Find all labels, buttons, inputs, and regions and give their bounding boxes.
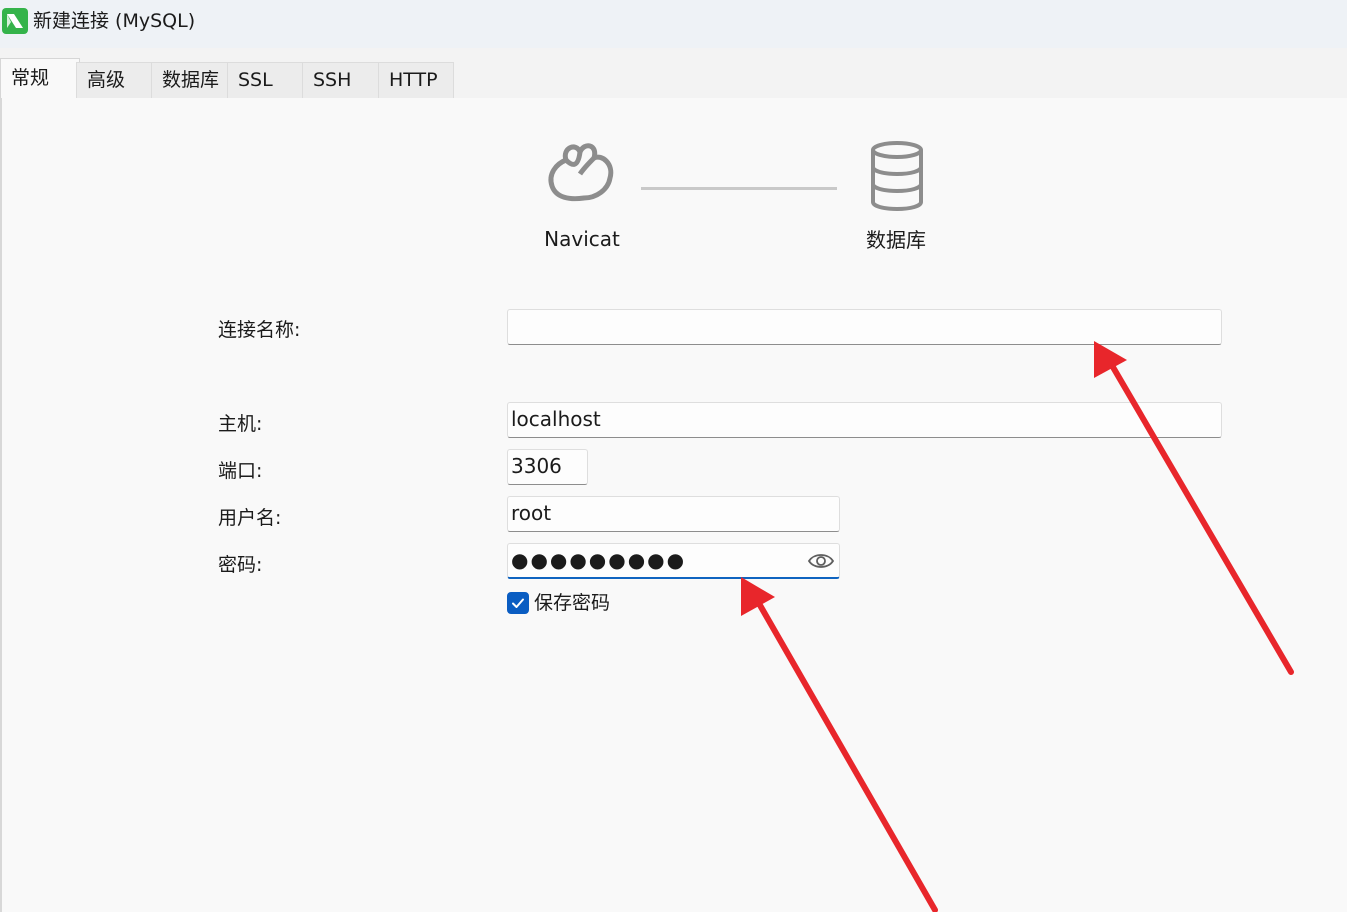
checkmark-icon [512, 598, 524, 608]
connection-name-label: 连接名称: [218, 319, 301, 341]
password-input[interactable]: ●●●●●●●●● [507, 543, 840, 579]
eye-icon[interactable] [807, 550, 835, 572]
save-password-checkbox[interactable] [507, 592, 529, 614]
navicat-logo-icon [548, 143, 614, 202]
host-label: 主机: [218, 413, 263, 435]
password-label: 密码: [218, 554, 263, 576]
connection-name-input[interactable] [507, 309, 1222, 345]
port-input[interactable]: 3306 [507, 449, 588, 485]
username-label: 用户名: [218, 507, 282, 529]
host-input[interactable]: localhost [507, 402, 1222, 438]
tab-bar: 常规 高级 数据库 SSL SSH HTTP [0, 48, 1347, 99]
tab-ssl[interactable]: SSL [227, 62, 305, 98]
navicat-app-icon [2, 8, 28, 34]
tab-ssh[interactable]: SSH [302, 62, 380, 98]
password-mask: ●●●●●●●●● [511, 548, 687, 572]
save-password-label: 保存密码 [534, 592, 611, 614]
tab-advanced[interactable]: 高级 [76, 62, 154, 98]
tab-databases[interactable]: 数据库 [151, 62, 229, 98]
database-label: 数据库 [866, 228, 926, 252]
navicat-label: Navicat [544, 227, 620, 251]
window-title: 新建连接 (MySQL) [33, 10, 196, 32]
connection-line [641, 187, 837, 190]
title-bar: 新建连接 (MySQL) [0, 0, 1347, 48]
tab-general[interactable]: 常规 [0, 58, 80, 99]
tab-http[interactable]: HTTP [378, 62, 454, 98]
port-label: 端口: [218, 460, 263, 482]
username-input[interactable]: root [507, 496, 840, 532]
database-icon [871, 141, 923, 212]
